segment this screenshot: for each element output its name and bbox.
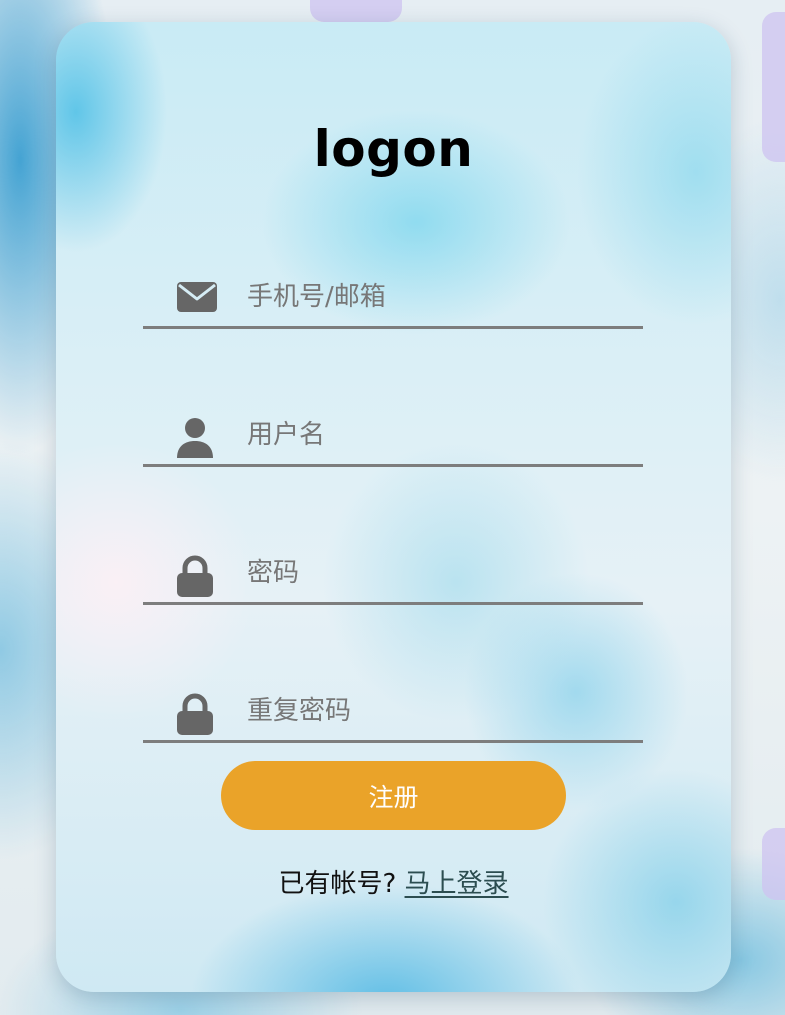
- phone-email-field: [143, 269, 643, 329]
- lock-icon: [176, 693, 218, 735]
- register-button[interactable]: 注册: [221, 761, 566, 830]
- field-underline: [143, 740, 643, 743]
- field-underline: [143, 602, 643, 605]
- page-title: logon: [313, 120, 474, 178]
- password-field: [143, 545, 643, 605]
- repeat-password-field: [143, 683, 643, 743]
- decorative-block-top: [310, 0, 402, 22]
- user-icon: [176, 417, 218, 458]
- decorative-block-right-top: [762, 12, 785, 162]
- register-card: logon 手机号/邮箱 用户名 注册 已有帐号? 马上登录: [56, 22, 731, 992]
- decorative-block-right-bottom: [762, 828, 785, 900]
- login-prompt: 已有帐号? 马上登录: [56, 864, 731, 904]
- field-underline: [143, 326, 643, 329]
- login-prompt-text: 已有帐号?: [278, 869, 397, 899]
- username-input[interactable]: [247, 407, 627, 463]
- password-input[interactable]: [247, 545, 627, 601]
- repeat-password-input[interactable]: [247, 683, 627, 739]
- username-field: [143, 407, 643, 467]
- field-underline: [143, 464, 643, 467]
- lock-icon: [176, 555, 218, 597]
- phone-email-input[interactable]: [247, 269, 627, 325]
- envelope-icon: [176, 279, 218, 317]
- login-link[interactable]: 马上登录: [405, 869, 509, 899]
